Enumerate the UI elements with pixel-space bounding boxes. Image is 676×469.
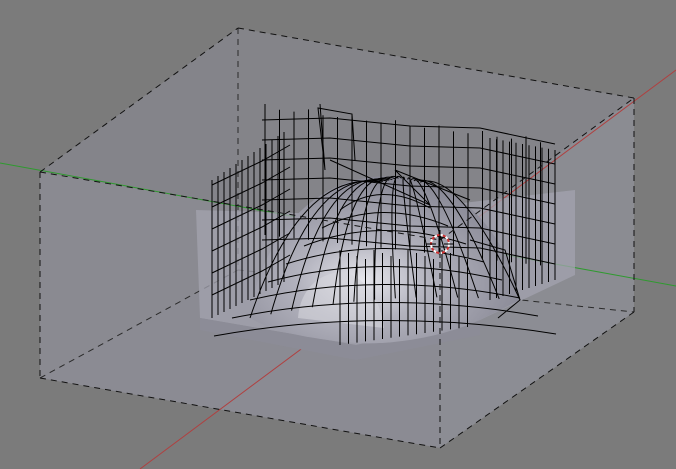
viewport-canvas[interactable]: [0, 0, 676, 469]
3d-viewport[interactable]: [0, 0, 676, 469]
